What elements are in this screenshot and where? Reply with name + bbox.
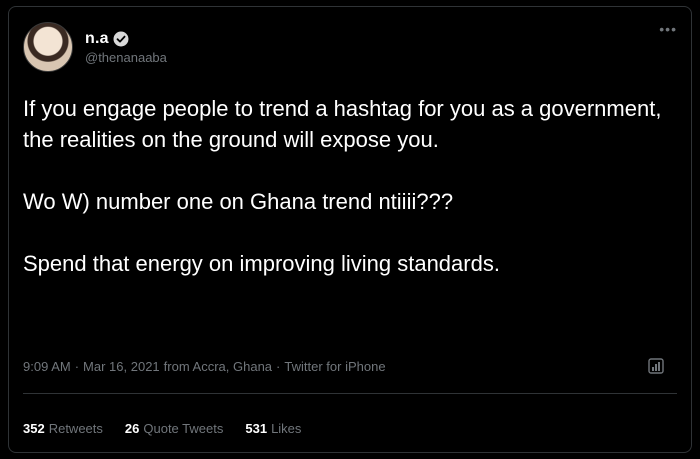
tweet-paragraph-2: Wo W) number one on Ghana trend ntiiii??… bbox=[23, 189, 454, 214]
avatar[interactable] bbox=[23, 22, 73, 72]
meta-separator: · bbox=[74, 359, 80, 374]
user-handle[interactable]: @thenanaaba bbox=[85, 50, 167, 65]
tweet-paragraph-1: If you engage people to trend a hashtag … bbox=[23, 96, 662, 152]
tweet-source[interactable]: Twitter for iPhone bbox=[284, 359, 385, 374]
tweet-time[interactable]: 9:09 AM bbox=[23, 359, 71, 374]
retweets-count: 352 bbox=[23, 421, 45, 436]
tweet-text: If you engage people to trend a hashtag … bbox=[23, 93, 673, 279]
tweet-location: from Accra, Ghana bbox=[163, 359, 273, 374]
analytics-icon[interactable] bbox=[647, 357, 665, 375]
name-row: n.a bbox=[85, 30, 167, 48]
verified-badge-icon bbox=[113, 31, 129, 47]
meta-separator: · bbox=[276, 359, 281, 374]
divider bbox=[23, 393, 677, 394]
tweet-date[interactable]: Mar 16, 2021 bbox=[83, 359, 160, 374]
likes-count: 531 bbox=[245, 421, 268, 436]
likes-label: Likes bbox=[271, 421, 302, 436]
retweets-stat[interactable]: 352 Retweets bbox=[23, 421, 103, 436]
display-name[interactable]: n.a bbox=[85, 30, 109, 48]
likes-stat[interactable]: 531 Likes bbox=[245, 421, 301, 436]
tweet-header: n.a @thenanaaba bbox=[23, 15, 167, 79]
author-info: n.a @thenanaaba bbox=[85, 30, 167, 65]
quote-tweets-count: 26 bbox=[124, 421, 140, 436]
engagement-stats: 352 Retweets 26 Quote Tweets 531 Likes bbox=[23, 421, 301, 436]
tweet-card: n.a @thenanaaba ••• If you engage people… bbox=[8, 6, 692, 453]
quote-tweets-stat[interactable]: 26 Quote Tweets bbox=[125, 421, 223, 436]
quote-tweets-label: Quote Tweets bbox=[143, 421, 224, 436]
retweets-label: Retweets bbox=[48, 421, 103, 436]
tweet-meta: 9:09 AM · Mar 16, 2021 from Accra, Ghana… bbox=[23, 359, 386, 374]
more-options-icon[interactable]: ••• bbox=[659, 21, 677, 37]
tweet-paragraph-3: Spend that energy on improving living st… bbox=[23, 251, 500, 276]
